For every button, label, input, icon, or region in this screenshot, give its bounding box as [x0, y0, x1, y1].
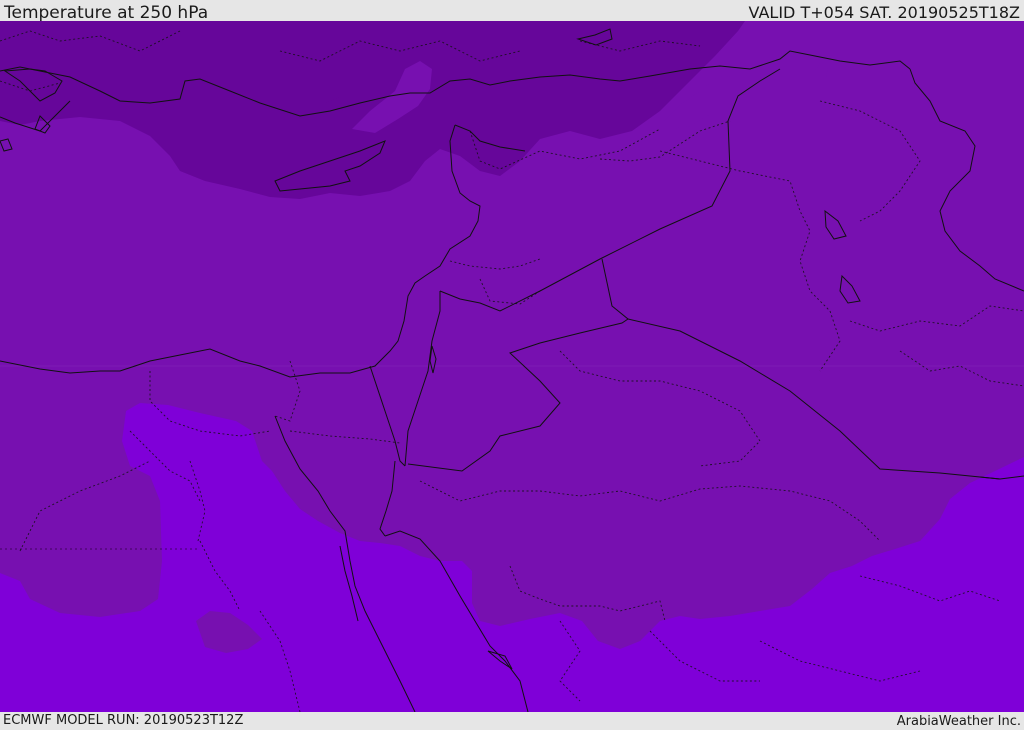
header-bar: Temperature at 250 hPa VALID T+054 SAT. … — [0, 0, 1024, 23]
map-area[interactable] — [0, 21, 1024, 712]
map-title: Temperature at 250 hPa — [4, 3, 209, 23]
temperature-map — [0, 21, 1024, 712]
footer-bar: ECMWF MODEL RUN: 20190523T12Z ArabiaWeat… — [0, 712, 1024, 729]
model-run-label: ECMWF MODEL RUN: 20190523T12Z — [3, 713, 244, 728]
credit-label: ArabiaWeather Inc. — [896, 714, 1021, 729]
valid-time-label: VALID T+054 SAT. 20190525T18Z — [748, 3, 1020, 22]
